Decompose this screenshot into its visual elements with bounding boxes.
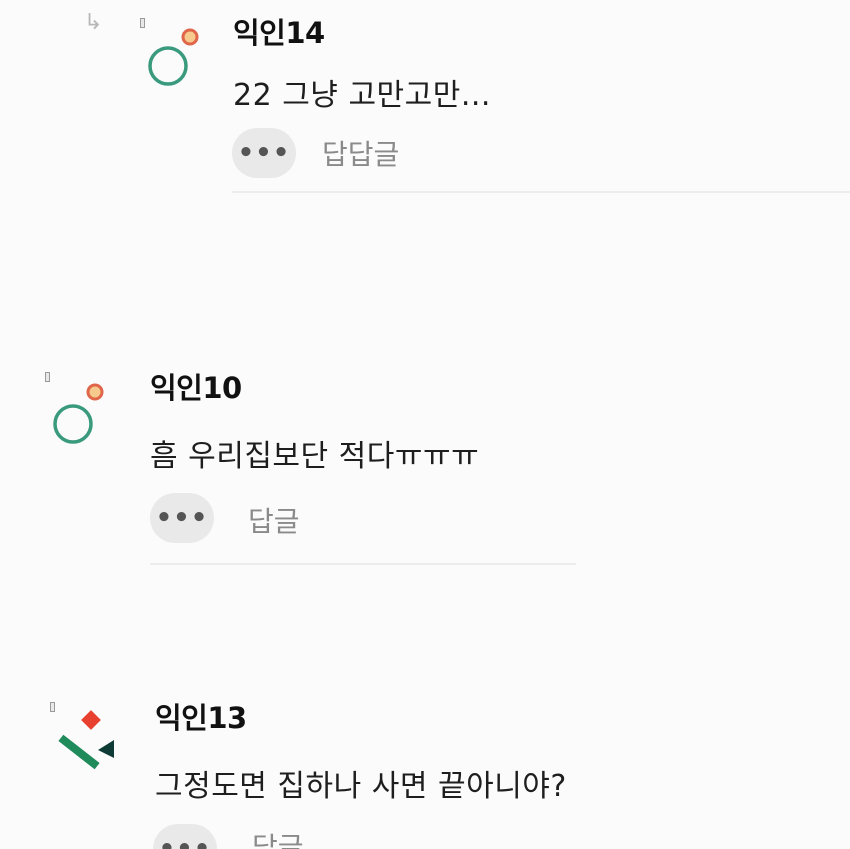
avatar-shapes-icon[interactable]	[52, 708, 116, 772]
comment-text: 22 그냥 고만고만...	[233, 78, 491, 113]
comment-divider	[232, 191, 850, 193]
reply-button[interactable]: 답글	[252, 826, 304, 849]
more-options-button[interactable]: •••	[150, 493, 214, 543]
comment-item: 익인10 흠 우리집보단 적다ㅠㅠㅠ ••• 답글	[0, 360, 850, 570]
comment-author: 익인10	[150, 371, 242, 405]
comment-divider	[150, 563, 576, 565]
reply-button[interactable]: 답글	[248, 500, 300, 540]
avatar-circle-dot-icon[interactable]	[47, 380, 111, 444]
reply-arrow-icon: ↳	[84, 10, 103, 35]
more-options-button[interactable]: •••	[153, 824, 217, 849]
comment-thread: ↳ 익인14 22 그냥 고만고만... ••• 답답글 익인10 흠 우리집보…	[0, 0, 850, 849]
comment-item: ↳ 익인14 22 그냥 고만고만... ••• 답답글	[0, 0, 850, 200]
comment-text: 흠 우리집보단 적다ㅠㅠㅠ	[150, 439, 480, 474]
reply-button[interactable]: 답답글	[322, 133, 399, 173]
comment-author: 익인14	[233, 16, 325, 50]
more-options-button[interactable]: •••	[232, 128, 296, 178]
avatar-circle-dot-icon[interactable]	[142, 22, 206, 86]
comment-author: 익인13	[155, 701, 247, 735]
comment-text: 그정도면 집하나 사면 끝아니야?	[155, 769, 567, 804]
comment-item: 익인13 그정도면 집하나 사면 끝아니야? ••• 답글	[0, 690, 850, 849]
